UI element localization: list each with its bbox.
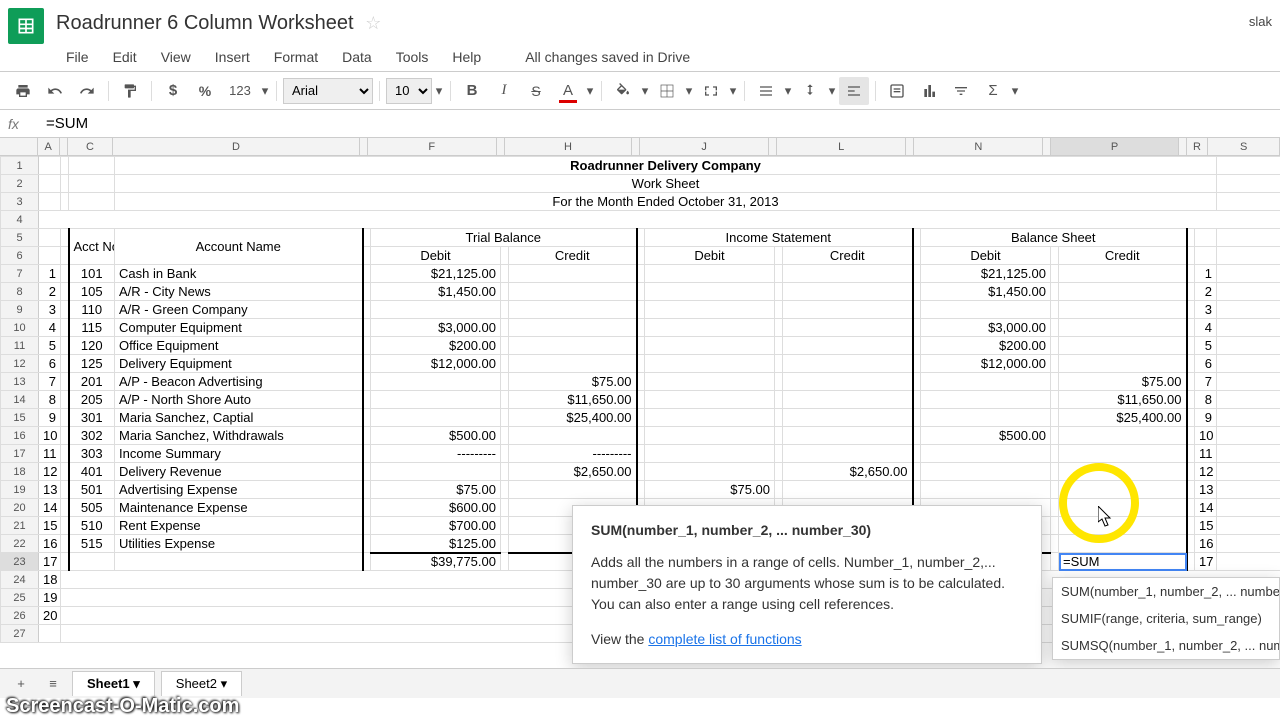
add-sheet-icon[interactable]: + xyxy=(8,673,34,695)
active-cell xyxy=(1059,553,1187,571)
wrap-icon[interactable] xyxy=(839,77,869,105)
menubar: File Edit View Insert Format Data Tools … xyxy=(56,45,1249,69)
formula-autocomplete[interactable]: SUM(number_1, number_2, ... numbe SUMIF(… xyxy=(1052,577,1280,660)
menu-help[interactable]: Help xyxy=(442,45,491,69)
title-period: For the Month Ended October 31, 2013 xyxy=(115,193,1217,211)
col-headers: A C D F H J L N P R S xyxy=(0,138,1280,156)
fontsize-dropdown-icon[interactable]: ▾ xyxy=(434,83,444,99)
filter-icon[interactable] xyxy=(946,77,976,105)
title-worksheet: Work Sheet xyxy=(115,175,1217,193)
redo-icon[interactable] xyxy=(72,77,102,105)
fill-dropdown-icon[interactable]: ▾ xyxy=(640,83,650,99)
all-sheets-icon[interactable]: ≡ xyxy=(40,673,66,695)
functions-icon[interactable]: Σ xyxy=(978,77,1008,105)
bold-icon[interactable]: B xyxy=(457,77,487,105)
col-A[interactable]: A xyxy=(38,138,60,155)
watermark: Screencast-O-Matic.com xyxy=(0,693,245,720)
formula-bar: fx =SUM xyxy=(0,110,1280,138)
textcolor-dropdown-icon[interactable]: ▾ xyxy=(585,83,595,99)
formula-input[interactable]: =SUM xyxy=(38,115,1272,132)
hdr-balance: Balance Sheet xyxy=(921,229,1187,247)
tooltip-link[interactable]: complete list of functions xyxy=(648,631,801,647)
number-format-dropdown-icon[interactable]: ▾ xyxy=(260,83,270,99)
halign-icon[interactable] xyxy=(751,77,781,105)
print-icon[interactable] xyxy=(8,77,38,105)
col-D[interactable]: D xyxy=(113,138,359,155)
paint-format-icon[interactable] xyxy=(115,77,145,105)
fontsize-select[interactable]: 10 xyxy=(386,78,432,104)
grid[interactable]: A C D F H J L N P R S 1Roadrunner Delive… xyxy=(0,138,1280,668)
ac-item-sum[interactable]: SUM(number_1, number_2, ... numbe xyxy=(1053,578,1279,605)
ac-item-sumsq[interactable]: SUMSQ(number_1, number_2, ... num xyxy=(1053,632,1279,659)
valign-dropdown-icon[interactable]: ▾ xyxy=(827,83,837,99)
strikethrough-icon[interactable]: S xyxy=(521,77,551,105)
col-F[interactable]: F xyxy=(368,138,497,155)
col-L[interactable]: L xyxy=(777,138,906,155)
doc-title[interactable]: Roadrunner 6 Column Worksheet xyxy=(56,8,354,39)
menu-tools[interactable]: Tools xyxy=(386,45,439,69)
menu-view[interactable]: View xyxy=(151,45,201,69)
star-icon[interactable]: ☆ xyxy=(365,13,381,33)
fx-label: fx xyxy=(8,116,38,132)
col-R[interactable]: R xyxy=(1187,138,1209,155)
col-J[interactable]: J xyxy=(640,138,769,155)
toolbar: $ % 123 ▾ Arial 10 ▾ B I S A ▾ ▾ ▾ ▾ ▾ ▾… xyxy=(0,72,1280,110)
menu-edit[interactable]: Edit xyxy=(103,45,147,69)
col-C[interactable]: C xyxy=(68,138,114,155)
menu-file[interactable]: File xyxy=(56,45,99,69)
tooltip-description: Adds all the numbers in a range of cells… xyxy=(591,552,1023,615)
halign-dropdown-icon[interactable]: ▾ xyxy=(783,83,793,99)
text-color-icon[interactable]: A xyxy=(553,77,583,105)
hdr-acct-name: Account Name xyxy=(115,229,363,265)
sheets-logo[interactable] xyxy=(8,8,44,44)
functions-dropdown-icon[interactable]: ▾ xyxy=(1010,83,1020,99)
tooltip-signature: SUM(number_1, number_2, ... number_30) xyxy=(591,522,1023,538)
function-tooltip: SUM(number_1, number_2, ... number_30) A… xyxy=(572,505,1042,664)
col-H[interactable]: H xyxy=(505,138,632,155)
col-N[interactable]: N xyxy=(914,138,1043,155)
borders-dropdown-icon[interactable]: ▾ xyxy=(684,83,694,99)
titlebar: Roadrunner 6 Column Worksheet ☆ File Edi… xyxy=(0,0,1280,72)
valign-icon[interactable] xyxy=(795,77,825,105)
menu-data[interactable]: Data xyxy=(332,45,382,69)
account-name[interactable]: slak xyxy=(1249,8,1272,29)
hdr-trial: Trial Balance xyxy=(371,229,637,247)
merge-icon[interactable] xyxy=(696,77,726,105)
borders-icon[interactable] xyxy=(652,77,682,105)
fill-color-icon[interactable] xyxy=(608,77,638,105)
number-format-button[interactable]: 123 xyxy=(222,77,258,105)
italic-icon[interactable]: I xyxy=(489,77,519,105)
font-select[interactable]: Arial xyxy=(283,78,373,104)
currency-icon[interactable]: $ xyxy=(158,77,188,105)
menu-format[interactable]: Format xyxy=(264,45,328,69)
percent-icon[interactable]: % xyxy=(190,77,220,105)
link-icon[interactable] xyxy=(882,77,912,105)
hdr-income: Income Statement xyxy=(645,229,913,247)
col-P[interactable]: P xyxy=(1051,138,1178,155)
hdr-acct-no: Acct No. xyxy=(69,229,115,265)
cell-input[interactable] xyxy=(1063,553,1182,570)
chart-icon[interactable] xyxy=(914,77,944,105)
menu-insert[interactable]: Insert xyxy=(205,45,260,69)
save-status: All changes saved in Drive xyxy=(515,45,700,69)
undo-icon[interactable] xyxy=(40,77,70,105)
ac-item-sumif[interactable]: SUMIF(range, criteria, sum_range) xyxy=(1053,605,1279,632)
col-S[interactable]: S xyxy=(1208,138,1280,155)
merge-dropdown-icon[interactable]: ▾ xyxy=(728,83,738,99)
title-company: Roadrunner Delivery Company xyxy=(115,157,1217,175)
